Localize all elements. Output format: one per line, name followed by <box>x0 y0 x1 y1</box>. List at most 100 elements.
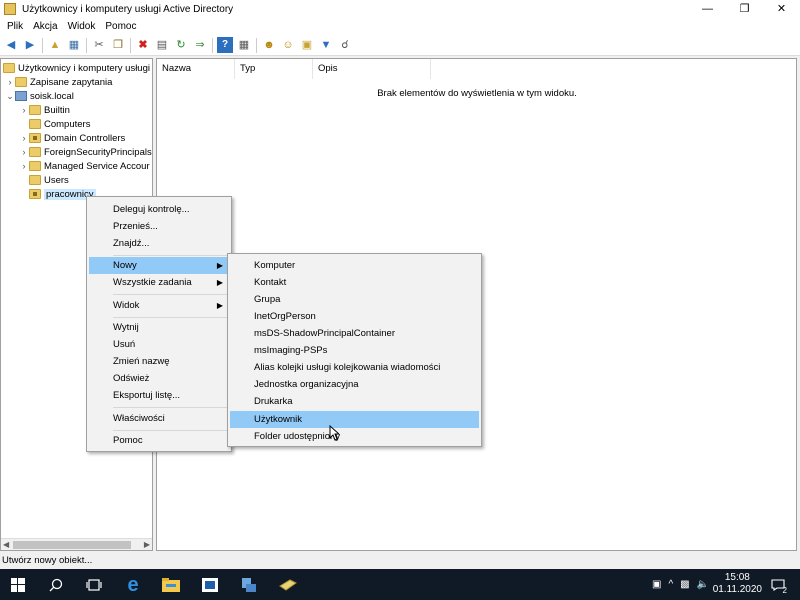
clock-date: 01.11.2020 <box>712 584 762 595</box>
close-button[interactable]: ✕ <box>763 0 800 18</box>
tree-item-saved-queries[interactable]: › Zapisane zapytania <box>5 75 113 89</box>
menu-item-new[interactable]: Nowy ▶ <box>89 257 229 274</box>
submenu-item-msmq-queue-alias[interactable]: Alias kolejki usługi kolejkowania wiadom… <box>230 359 479 376</box>
task-view-icon[interactable] <box>82 573 106 597</box>
scroll-right-icon[interactable]: ▶ <box>144 540 150 549</box>
show-hidden-icons-icon[interactable]: ^ <box>668 579 673 590</box>
submenu-arrow-icon: ▶ <box>216 278 223 287</box>
submenu-item-printer[interactable]: Drukarka <box>230 393 479 410</box>
menu-item-delegate-control[interactable]: Deleguj kontrolę... <box>89 201 229 218</box>
delete-icon[interactable]: ✖ <box>135 37 151 53</box>
network-icon[interactable]: ▩ <box>680 579 689 590</box>
windows-logo-icon <box>11 578 25 592</box>
domain-icon <box>15 91 27 101</box>
submenu-item-msds-shadow-principal-container[interactable]: msDS-ShadowPrincipalContainer <box>230 325 479 342</box>
server-manager-icon[interactable] <box>198 573 222 597</box>
taskbar-clock[interactable]: 15:08 01.11.2020 <box>713 572 762 596</box>
find-icon[interactable]: ☌ <box>337 37 353 53</box>
expand-arrow-icon[interactable]: › <box>5 77 15 87</box>
action-center-icon[interactable]: 2 <box>766 573 790 597</box>
minimize-button[interactable]: — <box>689 0 726 18</box>
menu-item-refresh[interactable]: Odśwież <box>89 370 229 387</box>
submenu-item-organizational-unit[interactable]: Jednostka organizacyjna <box>230 376 479 393</box>
expand-arrow-icon[interactable]: › <box>19 133 29 143</box>
tree-item-pracownicy[interactable]: pracownicy <box>19 187 96 201</box>
filter-icon[interactable]: ▼ <box>318 37 334 53</box>
forward-icon[interactable]: ▶ <box>22 37 38 53</box>
expand-arrow-icon[interactable]: › <box>19 105 29 115</box>
menu-item-find[interactable]: Znajdź... <box>89 235 229 252</box>
submenu-item-user[interactable]: Użytkownik <box>230 411 479 428</box>
toolbar: ◀ ▶ ▲ ▦ ✂ ❐ ✖ ▤ ↻ ⇒ ? ▦ ☻ ☺ ▣ ▼ ☌ <box>0 35 800 56</box>
tree-item-computers[interactable]: Computers <box>19 117 90 131</box>
menu-plik[interactable]: Plik <box>2 21 28 32</box>
tree-horizontal-scrollbar[interactable]: ◀ ▶ <box>1 538 152 550</box>
console-icon[interactable]: ▦ <box>236 37 252 53</box>
submenu-item-shared-folder[interactable]: Folder udostępniony <box>230 428 479 445</box>
people-icon[interactable]: ▣ <box>652 579 661 590</box>
help-icon[interactable]: ? <box>217 37 233 53</box>
menu-item-all-tasks[interactable]: Wszystkie zadania ▶ <box>89 274 229 291</box>
folder-icon <box>29 147 41 157</box>
folder-icon <box>29 119 41 129</box>
new-ou-icon[interactable]: ▣ <box>299 37 315 53</box>
menu-akcja[interactable]: Akcja <box>28 21 62 32</box>
column-header-type[interactable]: Typ <box>235 59 313 79</box>
scrollbar-thumb[interactable] <box>13 541 131 549</box>
column-header-name[interactable]: Nazwa <box>157 59 235 79</box>
scroll-left-icon[interactable]: ◀ <box>3 540 9 549</box>
cut-icon[interactable]: ✂ <box>91 37 107 53</box>
menu-item-move[interactable]: Przenieś... <box>89 218 229 235</box>
file-explorer-icon[interactable] <box>159 573 183 597</box>
expand-arrow-icon[interactable]: › <box>19 147 29 157</box>
aduc-root-icon <box>3 63 15 73</box>
aduc-folder-taskbar-icon[interactable] <box>276 573 300 597</box>
menu-item-cut[interactable]: Wytnij <box>89 319 229 336</box>
tree-item-users[interactable]: Users <box>19 173 69 187</box>
menu-widok[interactable]: Widok <box>63 21 101 32</box>
collapse-arrow-icon[interactable]: ⌄ <box>5 91 15 102</box>
tree-root[interactable]: Użytkownicy i komputery usługi <box>3 61 150 75</box>
aduc-taskbar-icon[interactable] <box>237 573 261 597</box>
submenu-item-computer[interactable]: Komputer <box>230 257 479 274</box>
notification-badge: 2 <box>782 586 787 595</box>
export-icon[interactable]: ⇒ <box>192 37 208 53</box>
back-icon[interactable]: ◀ <box>3 37 19 53</box>
internet-explorer-icon[interactable]: e <box>121 573 145 597</box>
new-group-icon[interactable]: ☺ <box>280 37 296 53</box>
menu-item-delete[interactable]: Usuń <box>89 336 229 353</box>
title-bar: Użytkownicy i komputery usługi Active Di… <box>0 0 800 18</box>
submenu-arrow-icon: ▶ <box>216 261 223 270</box>
menu-item-view[interactable]: Widok ▶ <box>89 297 229 314</box>
submenu-item-inetorgperson[interactable]: InetOrgPerson <box>230 308 479 325</box>
expand-arrow-icon[interactable]: › <box>19 161 29 171</box>
tree-item-domain[interactable]: ⌄ soisk.local <box>5 89 74 103</box>
new-user-icon[interactable]: ☻ <box>261 37 277 53</box>
volume-muted-icon[interactable]: 🔈 <box>697 579 709 590</box>
copy-icon[interactable]: ❐ <box>110 37 126 53</box>
menu-item-export-list[interactable]: Eksportuj listę... <box>89 387 229 404</box>
properties-icon[interactable]: ▤ <box>154 37 170 53</box>
menu-item-rename[interactable]: Zmień nazwę <box>89 353 229 370</box>
system-tray: ▣ ^ ▩ 🔈 <box>652 569 709 600</box>
menu-item-help[interactable]: Pomoc <box>89 432 229 449</box>
tree-item-foreign-security-principals[interactable]: › ForeignSecurityPrincipals <box>19 145 152 159</box>
up-folder-icon[interactable]: ▲ <box>47 37 63 53</box>
menu-bar: Plik Akcja Widok Pomoc <box>0 18 800 35</box>
tree-item-managed-service-accounts[interactable]: › Managed Service Accour <box>19 159 150 173</box>
menu-item-properties[interactable]: Właściwości <box>89 410 229 427</box>
refresh-icon[interactable]: ↻ <box>173 37 189 53</box>
tree-item-domain-controllers[interactable]: › Domain Controllers <box>19 131 126 145</box>
submenu-item-group[interactable]: Grupa <box>230 291 479 308</box>
column-header-description[interactable]: Opis <box>313 59 431 79</box>
restore-button[interactable]: ❐ <box>726 0 763 18</box>
submenu-item-msimaging-psps[interactable]: msImaging-PSPs <box>230 342 479 359</box>
search-icon[interactable] <box>44 573 68 597</box>
start-button[interactable] <box>6 573 30 597</box>
mouse-cursor-icon <box>329 425 339 441</box>
submenu-item-contact[interactable]: Kontakt <box>230 274 479 291</box>
ou-folder-icon <box>29 133 41 143</box>
tree-item-builtin[interactable]: › Builtin <box>19 103 70 117</box>
menu-pomoc[interactable]: Pomoc <box>100 21 141 32</box>
show-hide-tree-icon[interactable]: ▦ <box>66 37 82 53</box>
